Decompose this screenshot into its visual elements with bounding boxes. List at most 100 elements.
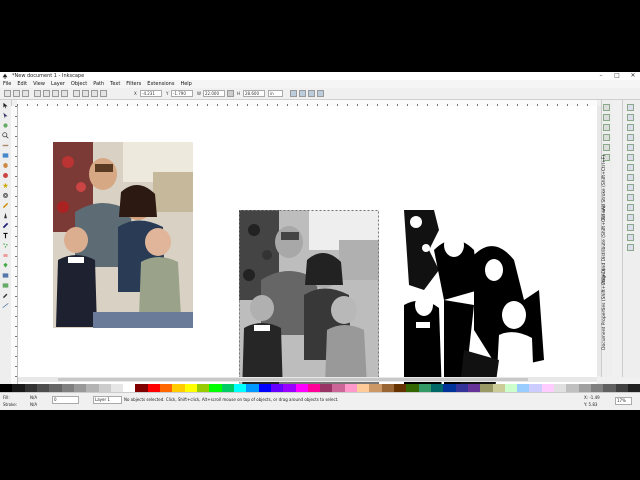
select-all-layers-button[interactable] — [13, 90, 20, 97]
layer-select[interactable]: Layer 1 — [93, 396, 122, 404]
palette-swatch[interactable] — [529, 384, 542, 392]
horizontal-scrollbar-thumb[interactable] — [58, 378, 528, 381]
palette-swatch[interactable] — [123, 384, 136, 392]
rotate-cw-button[interactable] — [43, 90, 50, 97]
lower-button[interactable] — [91, 90, 98, 97]
color-palette[interactable] — [0, 384, 640, 392]
snap-midpoints-icon[interactable] — [627, 194, 634, 201]
select-all-button[interactable] — [4, 90, 11, 97]
palette-swatch[interactable] — [61, 384, 74, 392]
stroke-value[interactable]: N/A — [30, 402, 37, 407]
palette-swatch[interactable] — [110, 384, 124, 392]
palette-swatch[interactable] — [197, 384, 210, 392]
palette-swatch[interactable] — [258, 384, 271, 392]
black-white-trace-photo[interactable] — [404, 210, 554, 396]
menu-layer[interactable]: Layer — [48, 80, 68, 88]
menu-file[interactable]: File — [0, 80, 14, 88]
palette-swatch[interactable] — [504, 384, 518, 392]
node-tool-icon[interactable] — [2, 112, 9, 119]
palette-swatch[interactable] — [295, 384, 308, 392]
dropper-tool-icon[interactable] — [2, 292, 9, 299]
palette-swatch[interactable] — [12, 384, 25, 392]
palette-swatch[interactable] — [147, 384, 161, 392]
zoom-tool-icon[interactable] — [2, 132, 9, 139]
palette-swatch[interactable] — [467, 384, 481, 392]
grayscale-trace-photo[interactable] — [239, 210, 379, 396]
palette-swatch[interactable] — [233, 384, 247, 392]
raise-to-top-button[interactable] — [73, 90, 80, 97]
palette-swatch[interactable] — [270, 384, 284, 392]
snap-bbox-edge-icon[interactable] — [627, 124, 634, 131]
spiral-tool-icon[interactable] — [2, 192, 9, 199]
palette-swatch[interactable] — [49, 384, 62, 392]
palette-swatch[interactable] — [591, 384, 604, 392]
flip-horizontal-button[interactable] — [52, 90, 59, 97]
menu-object[interactable]: Object — [68, 80, 90, 88]
palette-swatch[interactable] — [184, 384, 197, 392]
save-icon[interactable] — [603, 124, 610, 131]
palette-swatch[interactable] — [430, 384, 444, 392]
original-color-photo[interactable] — [53, 142, 193, 328]
opacity-field[interactable]: 0 — [52, 396, 79, 404]
new-document-icon[interactable] — [603, 104, 610, 111]
palette-swatch[interactable] — [381, 384, 394, 392]
tab-document-properties[interactable]: Document Properties (Shift+Ctrl+D) — [602, 268, 607, 350]
snap-grids-icon[interactable] — [627, 234, 634, 241]
snap-nodes-icon[interactable] — [627, 144, 634, 151]
vertical-ruler[interactable] — [11, 106, 18, 410]
menu-edit[interactable]: Edit — [14, 80, 30, 88]
palette-swatch[interactable] — [344, 384, 358, 392]
snap-bbox-icon[interactable] — [627, 114, 634, 121]
y-field[interactable]: -1.790 — [171, 90, 193, 97]
palette-swatch[interactable] — [0, 384, 13, 392]
palette-swatch[interactable] — [443, 384, 456, 392]
lower-to-bottom-button[interactable] — [100, 90, 107, 97]
palette-swatch[interactable] — [73, 384, 87, 392]
palette-swatch[interactable] — [554, 384, 567, 392]
palette-swatch[interactable] — [455, 384, 468, 392]
palette-swatch[interactable] — [332, 384, 345, 392]
eraser-tool-icon[interactable] — [2, 252, 9, 259]
palette-swatch[interactable] — [86, 384, 99, 392]
lock-ratio-icon[interactable] — [227, 90, 234, 97]
pen-tool-icon[interactable] — [2, 212, 9, 219]
palette-swatch[interactable] — [246, 384, 259, 392]
width-field[interactable]: 22.000 — [203, 90, 225, 97]
x-field[interactable]: -4.231 — [140, 90, 162, 97]
open-icon[interactable] — [603, 114, 610, 121]
menu-help[interactable]: Help — [177, 80, 194, 88]
snap-rotation-center-icon[interactable] — [627, 214, 634, 221]
measure-tool-icon[interactable] — [2, 142, 9, 149]
palette-swatch[interactable] — [578, 384, 591, 392]
palette-swatch[interactable] — [566, 384, 579, 392]
palette-swatch[interactable] — [394, 384, 407, 392]
unit-select[interactable]: in — [268, 90, 283, 97]
snap-centers-icon[interactable] — [627, 204, 634, 211]
palette-swatch[interactable] — [603, 384, 616, 392]
menu-filters[interactable]: Filters — [123, 80, 144, 88]
close-button[interactable]: ✕ — [628, 72, 638, 80]
raise-button[interactable] — [82, 90, 89, 97]
rectangle-tool-icon[interactable] — [2, 152, 9, 159]
deselect-button[interactable] — [22, 90, 29, 97]
palette-swatch[interactable] — [172, 384, 185, 392]
flip-vertical-button[interactable] — [61, 90, 68, 97]
import-icon[interactable] — [603, 144, 610, 151]
mesh-tool-icon[interactable] — [2, 282, 9, 289]
3d-box-tool-icon[interactable] — [2, 162, 9, 169]
snap-cusp-nodes-icon[interactable] — [627, 174, 634, 181]
palette-swatch[interactable] — [320, 384, 333, 392]
snap-intersections-icon[interactable] — [627, 164, 634, 171]
palette-swatch[interactable] — [307, 384, 321, 392]
palette-swatch[interactable] — [283, 384, 296, 392]
zoom-field[interactable]: 17% — [615, 397, 632, 405]
palette-swatch[interactable] — [480, 384, 493, 392]
palette-swatch[interactable] — [135, 384, 148, 392]
palette-swatch[interactable] — [221, 384, 234, 392]
pencil-tool-icon[interactable] — [2, 202, 9, 209]
palette-swatch[interactable] — [357, 384, 370, 392]
menu-view[interactable]: View — [30, 80, 48, 88]
spray-tool-icon[interactable] — [2, 242, 9, 249]
star-tool-icon[interactable] — [2, 182, 9, 189]
snap-guides-icon[interactable] — [627, 244, 634, 251]
